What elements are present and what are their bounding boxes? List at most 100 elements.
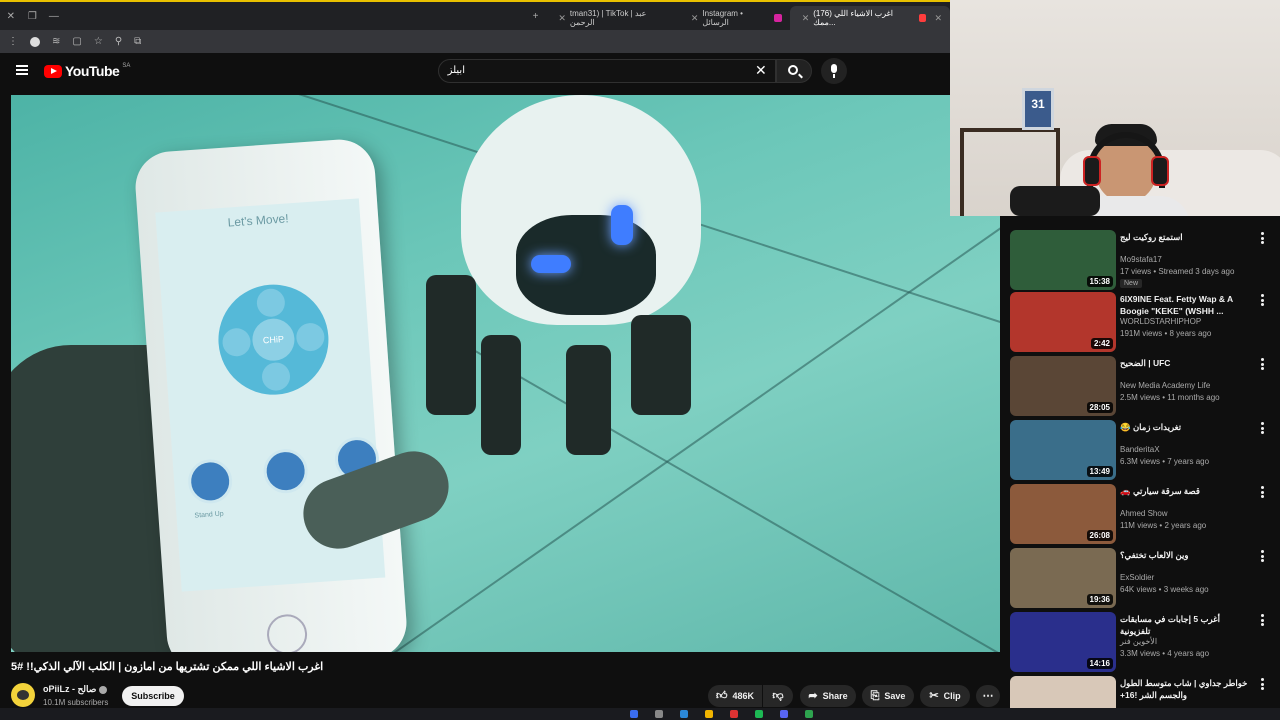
video-duration: 15:38 [1086,276,1113,287]
more-options-icon[interactable] [1261,294,1264,306]
more-options-icon[interactable] [1261,614,1264,626]
recommended-video-meta: 11M views • 2 years ago [1120,521,1207,530]
translate-icon[interactable]: ⧉ [134,36,141,47]
video-thumbnail[interactable]: 2:42 [1010,292,1116,352]
floor-tile-line [457,340,1000,652]
search-value: ابيلز [447,65,465,76]
more-options-icon[interactable] [1261,422,1264,434]
home-button [265,613,309,652]
recommended-video-title[interactable]: خواطر جداوي | شاب متوسط الطول والجسم الش… [1120,677,1252,701]
video-thumbnail[interactable]: 14:16 [1010,612,1116,672]
video-thumbnail[interactable]: 26:08 [1010,484,1116,544]
tab-instagram[interactable]: ✕ Instagram • الرسائل [679,6,790,30]
recommended-channel-name[interactable]: WORLDSTARHIPHOP [1120,317,1201,326]
video-player[interactable]: Let's Move! CHiP Stand Up [11,95,1000,652]
recommended-video-title[interactable]: قصة سرقة سيارتي 🚗 [1120,485,1252,497]
recommended-video-title[interactable]: 6IX9INE Feat. Fetty Wap & A Boogie "KEKE… [1120,293,1252,317]
subscribe-button[interactable]: Subscribe [122,686,184,706]
recommended-channel-name[interactable]: New Media Academy Life [1120,381,1210,390]
stand-up-label: Stand Up [194,510,224,520]
tab-tiktok[interactable]: ✕ tman31) | TikTok | عبد الرحمن [546,6,678,30]
tab-label: tman31) | TikTok | عبد الرحمن [569,9,647,27]
extension-icon[interactable]: ≋ [52,36,60,47]
restore-window-icon[interactable]: ❐ [22,11,44,22]
recommended-video[interactable]: 13:49 تغريدات زمان 😂 BanderitaX 6.3M views … [1010,420,1276,482]
star-icon[interactable]: ☆ [94,36,103,47]
taskbar-app-icon[interactable] [655,710,663,718]
taskbar-app-icon[interactable] [705,710,713,718]
dpad-control: CHiP [214,280,333,399]
taskbar-app-icon[interactable] [680,710,688,718]
close-tab-icon[interactable]: ✕ [802,13,810,24]
taskbar-app-icon[interactable] [780,710,788,718]
more-options-icon[interactable] [1261,232,1264,244]
close-tab-icon[interactable]: ✕ [691,13,699,24]
recommended-channel-name[interactable]: Ahmed Show [1120,509,1168,518]
video-thumbnail[interactable]: 13:49 [1010,420,1116,480]
tab-youtube[interactable]: ✕ (176) اغرب الاشياء اللي ممك... ✕ [789,6,951,30]
recommended-video[interactable]: 2:42 6IX9INE Feat. Fetty Wap & A Boogie "… [1010,292,1276,354]
more-actions-button[interactable]: ⋯ [976,685,1000,707]
profile-icon[interactable] [30,36,40,47]
recommended-video[interactable]: 28:05 UFC | الضحيح New Media Academy Life 2… [1010,356,1276,418]
youtube-logo[interactable]: YouTube SA [44,63,130,79]
verified-icon [99,685,108,694]
search-button[interactable] [776,59,812,83]
taskbar-app-icon[interactable] [805,710,813,718]
instagram-icon [773,14,782,22]
taskbar-app-icon[interactable] [755,710,763,718]
recommended-video[interactable]: 26:08 قصة سرقة سيارتي 🚗 Ahmed Show 11M view… [1010,484,1276,546]
phone-screen-title: Let's Move! [227,211,289,230]
recommended-video[interactable]: 14:16 أغرب 5 إجابات في مسابقات تلفزيونية ا… [1010,612,1276,674]
minimize-window-icon[interactable]: — [43,11,65,22]
tab-search-icon[interactable]: ▢ [72,36,81,47]
recommended-video-title[interactable]: تغريدات زمان 😂 [1120,421,1252,433]
like-button[interactable]: 👍︎ 486K [708,685,762,707]
action-icon [262,447,310,495]
recommended-video[interactable]: 15:38 استمتع روكيت ليج Mo9stafa17 17 views … [1010,230,1276,292]
share-label: Share [822,691,848,701]
recommended-channel-name[interactable]: الأخوين فنر [1120,637,1157,646]
video-thumbnail[interactable]: 15:38 [1010,230,1116,290]
recommendations-sidebar: 15:38 استمتع روكيت ليج Mo9stafa17 17 views … [1004,216,1280,720]
video-thumbnail[interactable]: 19:36 [1010,548,1116,608]
microphone [1010,186,1100,216]
clear-search-icon[interactable]: ✕ [755,63,767,77]
close-tab-icon[interactable]: ✕ [558,13,566,24]
arrow-left-icon [221,327,252,358]
dpad-center-label: CHiP [251,317,296,363]
recommended-video-title[interactable]: أغرب 5 إجابات في مسابقات تلفزيونية [1120,613,1252,637]
more-options-icon[interactable] [1261,358,1264,370]
arrow-down-icon [261,361,291,392]
key-icon[interactable]: ⚲ [115,36,122,47]
recommended-video-meta: 6.3M views • 7 years ago [1120,457,1210,466]
search-input[interactable]: ابيلز [438,59,776,83]
recommended-channel-name[interactable]: Mo9stafa17 [1120,255,1162,264]
video-thumbnail[interactable]: 28:05 [1010,356,1116,416]
channel-name-row[interactable]: oPiiLz - صالح [43,684,108,695]
hamburger-menu-icon[interactable] [16,65,28,75]
taskbar-app-icon[interactable] [630,710,638,718]
more-options-icon[interactable] [1261,550,1264,562]
share-button[interactable]: ➦ Share [800,685,856,707]
taskbar-app-icon[interactable] [730,710,738,718]
close-tab-icon[interactable]: ✕ [934,13,942,24]
close-window-icon[interactable]: ✕ [0,11,22,22]
new-badge: New [1120,279,1143,288]
save-button[interactable]: ⎘ Save [862,685,914,707]
recommended-video-title[interactable]: UFC | الضحيح [1120,357,1252,369]
dislike-button[interactable]: 👎︎ [763,685,793,707]
channel-avatar[interactable] [11,683,35,707]
recommended-video-title[interactable]: وين الالعاب تختفي؟ [1120,549,1252,561]
recommended-channel-name[interactable]: ExSoldier [1120,573,1154,582]
robot-leg [631,315,691,415]
voice-search-icon[interactable] [821,58,847,84]
more-options-icon[interactable] [1261,486,1264,498]
clip-button[interactable]: ✂ Clip [920,685,970,707]
menu-dots-icon[interactable]: ⋮ [8,36,18,47]
more-options-icon[interactable] [1261,678,1264,690]
recommended-video[interactable]: 19:36 وين الالعاب تختفي؟ ExSoldier 64K view… [1010,548,1276,610]
recommended-channel-name[interactable]: BanderitaX [1120,445,1160,454]
new-tab-icon[interactable]: + [525,11,547,22]
recommended-video-title[interactable]: استمتع روكيت ليج [1120,231,1252,243]
